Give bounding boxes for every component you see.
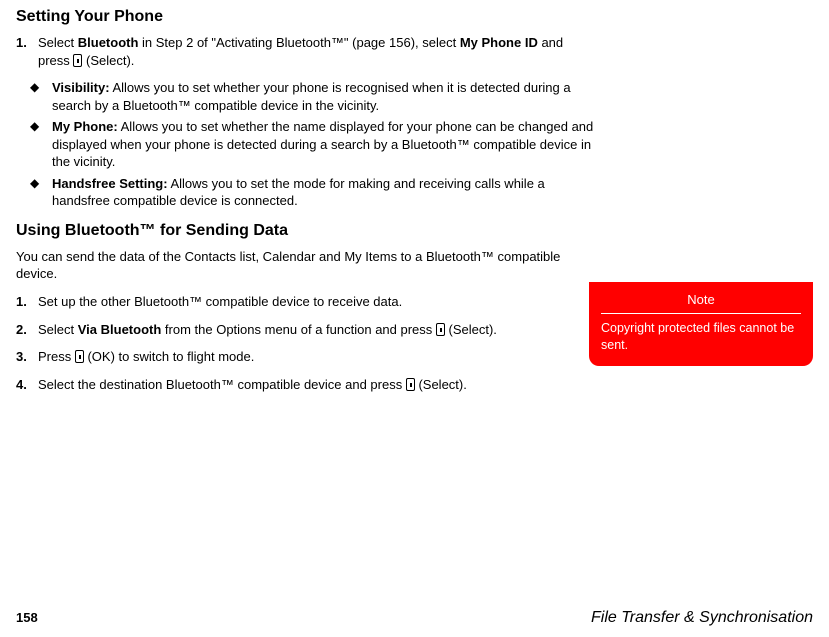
page-number: 158 xyxy=(16,610,38,625)
text: Set up the other Bluetooth™ compatible d… xyxy=(38,294,402,309)
step-body: Set up the other Bluetooth™ compatible d… xyxy=(38,293,596,311)
step-number: 3. xyxy=(16,348,38,366)
bold-text: Handsfree Setting: xyxy=(52,176,168,191)
text: Select xyxy=(38,322,78,337)
softkey-icon xyxy=(406,378,415,391)
text: (Select). xyxy=(415,377,467,392)
step-1: 1. Select Bluetooth in Step 2 of "Activa… xyxy=(16,34,596,69)
note-body: Copyright protected files cannot be sent… xyxy=(601,320,801,354)
bold-text: Bluetooth xyxy=(78,35,139,50)
step-body: Press (OK) to switch to flight mode. xyxy=(38,348,596,366)
step-number: 2. xyxy=(16,321,38,339)
bold-text: Via Bluetooth xyxy=(78,322,162,337)
bold-text: Visibility: xyxy=(52,80,110,95)
note-title: Note xyxy=(601,292,801,314)
bullet-handsfree: ◆ Handsfree Setting: Allows you to set t… xyxy=(30,175,596,210)
bullet-body: My Phone: Allows you to set whether the … xyxy=(52,118,596,171)
intro-text: You can send the data of the Contacts li… xyxy=(16,248,596,283)
step2-2: 2. Select Via Bluetooth from the Options… xyxy=(16,321,596,339)
step-number: 1. xyxy=(16,34,38,69)
step2-3: 3. Press (OK) to switch to flight mode. xyxy=(16,348,596,366)
text: in Step 2 of "Activating Bluetooth™" (pa… xyxy=(138,35,459,50)
softkey-icon xyxy=(73,54,82,67)
text: from the Options menu of a function and … xyxy=(161,322,436,337)
bullet-my-phone: ◆ My Phone: Allows you to set whether th… xyxy=(30,118,596,171)
step2-4: 4. Select the destination Bluetooth™ com… xyxy=(16,376,596,394)
diamond-icon: ◆ xyxy=(30,79,52,114)
softkey-icon xyxy=(436,323,445,336)
bullet-body: Handsfree Setting: Allows you to set the… xyxy=(52,175,596,210)
bold-text: My Phone ID xyxy=(460,35,538,50)
text: Select the destination Bluetooth™ compat… xyxy=(38,377,406,392)
page-footer: 158 File Transfer & Synchronisation xyxy=(16,609,813,627)
text: (Select). xyxy=(445,322,497,337)
diamond-icon: ◆ xyxy=(30,175,52,210)
note-box: Note Copyright protected files cannot be… xyxy=(589,282,813,366)
step-number: 4. xyxy=(16,376,38,394)
softkey-icon xyxy=(75,350,84,363)
bullet-body: Visibility: Allows you to set whether yo… xyxy=(52,79,596,114)
text: Press xyxy=(38,349,75,364)
bold-text: My Phone: xyxy=(52,119,118,134)
text: (OK) to switch to flight mode. xyxy=(84,349,255,364)
text: Select xyxy=(38,35,78,50)
step-number: 1. xyxy=(16,293,38,311)
text: Allows you to set whether the name displ… xyxy=(52,119,593,169)
step-body: Select Via Bluetooth from the Options me… xyxy=(38,321,596,339)
diamond-icon: ◆ xyxy=(30,118,52,171)
heading-using-bluetooth-sending: Using Bluetooth™ for Sending Data xyxy=(16,222,596,240)
bullet-visibility: ◆ Visibility: Allows you to set whether … xyxy=(30,79,596,114)
step-body: Select the destination Bluetooth™ compat… xyxy=(38,376,596,394)
heading-setting-your-phone: Setting Your Phone xyxy=(16,8,596,26)
step-body: Select Bluetooth in Step 2 of "Activatin… xyxy=(38,34,596,69)
text: Allows you to set whether your phone is … xyxy=(52,80,571,113)
section-name: File Transfer & Synchronisation xyxy=(591,609,813,627)
step2-1: 1. Set up the other Bluetooth™ compatibl… xyxy=(16,293,596,311)
text: (Select). xyxy=(82,53,134,68)
